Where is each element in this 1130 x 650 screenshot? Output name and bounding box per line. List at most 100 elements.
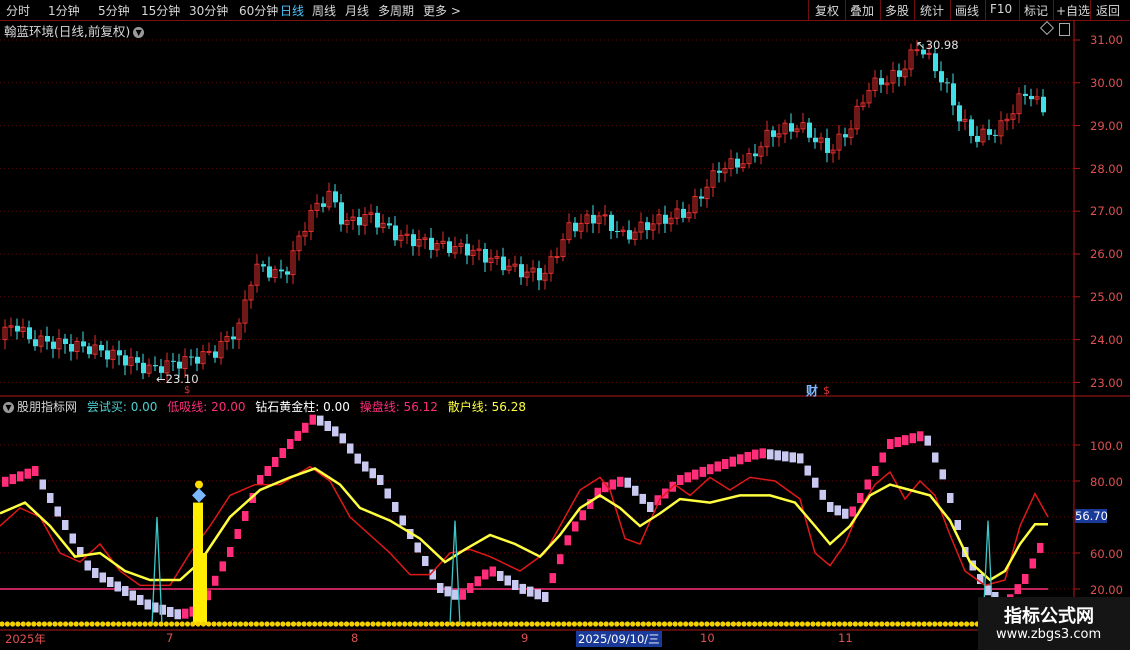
indicator-step-block — [939, 469, 946, 480]
bottom-dot-marker — [386, 621, 392, 627]
finance-marker[interactable]: 财 — [806, 382, 818, 399]
bottom-dot-marker — [227, 621, 233, 627]
bottom-dot-marker — [889, 621, 896, 627]
diamond-icon — [192, 488, 206, 503]
try-buy-spike — [449, 520, 461, 626]
chevron-down-icon[interactable]: ▼ — [3, 402, 14, 413]
indicator-step-block — [309, 414, 316, 425]
bottom-dot-marker — [693, 621, 699, 627]
candle-body-down — [81, 341, 86, 347]
indicator-step-block — [84, 560, 91, 571]
bottom-dot-marker — [253, 621, 259, 627]
indicator-step-block — [564, 535, 571, 546]
bottom-dot-marker — [879, 621, 885, 627]
bottom-dot-marker — [683, 621, 689, 627]
bottom-dot-marker — [704, 621, 710, 627]
high-price-value: 30.98 — [925, 38, 959, 52]
bottom-dot-marker — [736, 621, 742, 627]
bottom-dot-marker — [778, 621, 784, 627]
bottom-dot-marker — [810, 621, 816, 627]
candle-body-down — [465, 243, 470, 256]
indicator-step-block — [234, 529, 241, 539]
bottom-dot-marker — [200, 621, 206, 627]
bottom-dot-marker — [720, 621, 726, 627]
indicator-step-block — [902, 435, 909, 446]
bottom-dot-marker — [89, 621, 95, 627]
y-tick-label: 28.00 — [1090, 162, 1123, 176]
indicator-step-block — [789, 452, 796, 463]
indicator-step-block — [1022, 574, 1029, 584]
indicator-step-block — [399, 515, 406, 526]
candle-body-down — [1029, 95, 1034, 100]
indicator-step-block — [294, 430, 301, 441]
indicator-step-block — [324, 421, 331, 431]
candle-body-up — [206, 350, 212, 353]
indicator-step-block — [864, 479, 871, 490]
bottom-dot-marker — [41, 621, 48, 627]
bottom-dot-marker — [137, 621, 143, 627]
indicator-step-block — [534, 589, 541, 600]
bottom-dot-marker — [868, 621, 874, 627]
indicator-step-block — [32, 466, 39, 476]
bottom-dot-marker — [237, 621, 244, 627]
candle-body-down — [321, 203, 326, 207]
indicator-step-block — [782, 451, 789, 462]
candle-body-down — [699, 196, 704, 199]
indicator-step-block — [579, 510, 586, 521]
indicator-step-block — [482, 569, 489, 580]
candle-body-down — [627, 230, 632, 240]
indicator-step-block — [362, 461, 369, 472]
indicator-step-block — [212, 575, 219, 586]
y-tick-label: 30.00 — [1090, 76, 1123, 90]
bottom-dot-marker — [15, 621, 21, 627]
indicator-step-block — [827, 502, 834, 512]
indicator-step-block — [894, 437, 901, 448]
y-tick-label: 23.00 — [1090, 376, 1123, 390]
bottom-dot-marker — [36, 621, 42, 627]
indicator-step-block — [752, 449, 759, 460]
candle-body-down — [153, 365, 158, 367]
candle-body-down — [825, 138, 830, 153]
bottom-dot-marker — [280, 621, 286, 627]
bottom-dot-marker — [100, 621, 106, 627]
candle-body-down — [99, 344, 104, 351]
bottom-dot-marker — [550, 621, 556, 627]
gold-coin-icon — [195, 480, 203, 489]
bottom-dot-marker — [391, 621, 397, 627]
bottom-dot-marker — [757, 621, 763, 627]
candle-body-down — [807, 122, 812, 138]
bottom-dot-marker — [10, 621, 16, 627]
bottom-dot-marker — [412, 621, 418, 627]
y-tick-label: 25.00 — [1090, 290, 1123, 304]
indicator-header: ▼ 股朋指标网 尝试买: 0.00 低吸线: 20.00 钻石黄金柱: 0.00 … — [0, 398, 532, 414]
bottom-dot-marker — [163, 621, 169, 627]
bottom-dot-marker — [842, 621, 848, 627]
candle-body-down — [27, 327, 32, 340]
indicator-step-block — [392, 502, 399, 512]
bottom-dot-marker — [699, 621, 705, 627]
bottom-dot-marker — [858, 621, 864, 627]
candle-body-down — [69, 343, 74, 352]
ind-y-tick-label: 80.00 — [1090, 475, 1123, 489]
s-marker[interactable]: $ — [184, 385, 190, 396]
s-marker[interactable]: $ — [823, 384, 830, 397]
bottom-dot-marker — [593, 621, 599, 627]
indicator-step-block — [257, 475, 264, 485]
bottom-dot-marker — [603, 621, 609, 627]
low-price-value: 23.10 — [165, 372, 199, 386]
candle-body-down — [483, 249, 488, 263]
bottom-dot-marker — [285, 621, 291, 627]
crosshair-date: 2025/09/10/三 — [576, 631, 662, 647]
candle-body-down — [897, 70, 902, 77]
bottom-dot-marker — [937, 621, 943, 627]
bottom-dot-marker — [497, 621, 503, 627]
bottom-dot-marker — [953, 621, 959, 627]
candle-body-down — [717, 170, 722, 173]
indicator-step-block — [767, 449, 774, 460]
bottom-dot-marker — [895, 621, 901, 627]
indicator-step-block — [624, 477, 631, 488]
date-label: 11 — [838, 631, 853, 645]
bottom-dot-marker — [211, 621, 217, 627]
candle-body-down — [135, 357, 140, 363]
bottom-dot-marker — [396, 621, 403, 627]
